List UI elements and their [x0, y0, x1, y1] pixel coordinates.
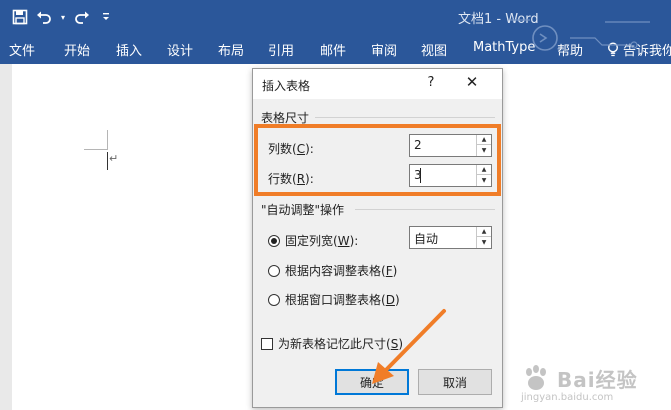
tab-insert[interactable]: 插入 [116, 40, 142, 59]
cancel-button[interactable]: 取消 [418, 369, 492, 395]
circuit-watermark-icon [510, 19, 650, 51]
dialog-title: 插入表格 [262, 79, 311, 93]
remember-size-option[interactable]: 为新表格记忆此尺寸(S) [261, 335, 403, 352]
autofit-window-option[interactable]: 根据窗口调整表格(D) [268, 291, 400, 308]
tab-review[interactable]: 审阅 [371, 40, 397, 59]
fixed-width-down-icon[interactable]: ▼ [477, 237, 491, 247]
tab-design[interactable]: 设计 [167, 40, 193, 59]
fixed-width-label: 固定列宽(W): [285, 234, 359, 248]
autofit-label: "自动调整"操作 [261, 201, 348, 218]
fixed-width-spin-arrows: ▲ ▼ [476, 227, 491, 248]
autofit-content-label: 根据内容调整表格(F) [285, 264, 398, 278]
paw-logo-icon [526, 365, 546, 390]
fixed-width-value: 自动 [414, 232, 439, 246]
fixed-width-radio[interactable] [268, 234, 280, 247]
help-button[interactable]: ? [424, 75, 438, 90]
autofit-content-radio[interactable] [268, 264, 280, 277]
watermark-url: jingyan.baidu.com [521, 392, 614, 403]
highlight-box [254, 124, 501, 196]
remember-size-label: 为新表格记忆此尺寸(S) [278, 337, 403, 351]
tab-mailings[interactable]: 邮件 [320, 40, 346, 59]
baidu-jingyan-watermark: Bai经验 jingyan.baidu.com [519, 362, 669, 408]
dialog-titlebar: 插入表格 ? ✕ [253, 69, 502, 99]
fixed-width-option[interactable]: 固定列宽(W): [268, 232, 358, 249]
insert-table-dialog: 插入表格 ? ✕ 表格尺寸 列数(C): 2 ▲ ▼ 行数(R): 3 ▲ ▼ … [252, 68, 503, 408]
margin-corner-mark [84, 149, 108, 150]
ok-button[interactable]: 确定 [335, 369, 409, 395]
undo-dropdown-icon[interactable]: ▾ [58, 7, 68, 27]
tab-home[interactable]: 开始 [64, 40, 90, 59]
tab-layout[interactable]: 布局 [218, 40, 244, 59]
close-button[interactable]: ✕ [462, 73, 482, 91]
autofit-window-radio[interactable] [268, 293, 280, 306]
paragraph-mark-icon: ↵ [109, 152, 119, 165]
table-size-divider [315, 117, 495, 118]
save-icon[interactable] [10, 7, 30, 27]
quick-access-toolbar: ▾ [10, 7, 116, 27]
tab-view[interactable]: 视图 [421, 40, 447, 59]
remember-size-checkbox[interactable] [261, 337, 273, 350]
autofit-window-label: 根据窗口调整表格(D) [285, 293, 400, 307]
customize-qat-icon[interactable] [96, 7, 116, 27]
text-cursor [107, 152, 108, 170]
redo-icon[interactable] [72, 7, 92, 27]
autofit-divider [355, 209, 495, 210]
autofit-content-option[interactable]: 根据内容调整表格(F) [268, 262, 397, 279]
tab-file[interactable]: 文件 [9, 40, 35, 59]
margin-corner-mark-vertical [107, 130, 108, 150]
fixed-width-spinner[interactable]: 自动 ▲ ▼ [409, 226, 492, 249]
fixed-width-up-icon[interactable]: ▲ [477, 227, 491, 237]
undo-icon[interactable] [34, 7, 54, 27]
tab-references[interactable]: 引用 [268, 40, 294, 59]
watermark-brand: Bai经验 [557, 368, 638, 392]
